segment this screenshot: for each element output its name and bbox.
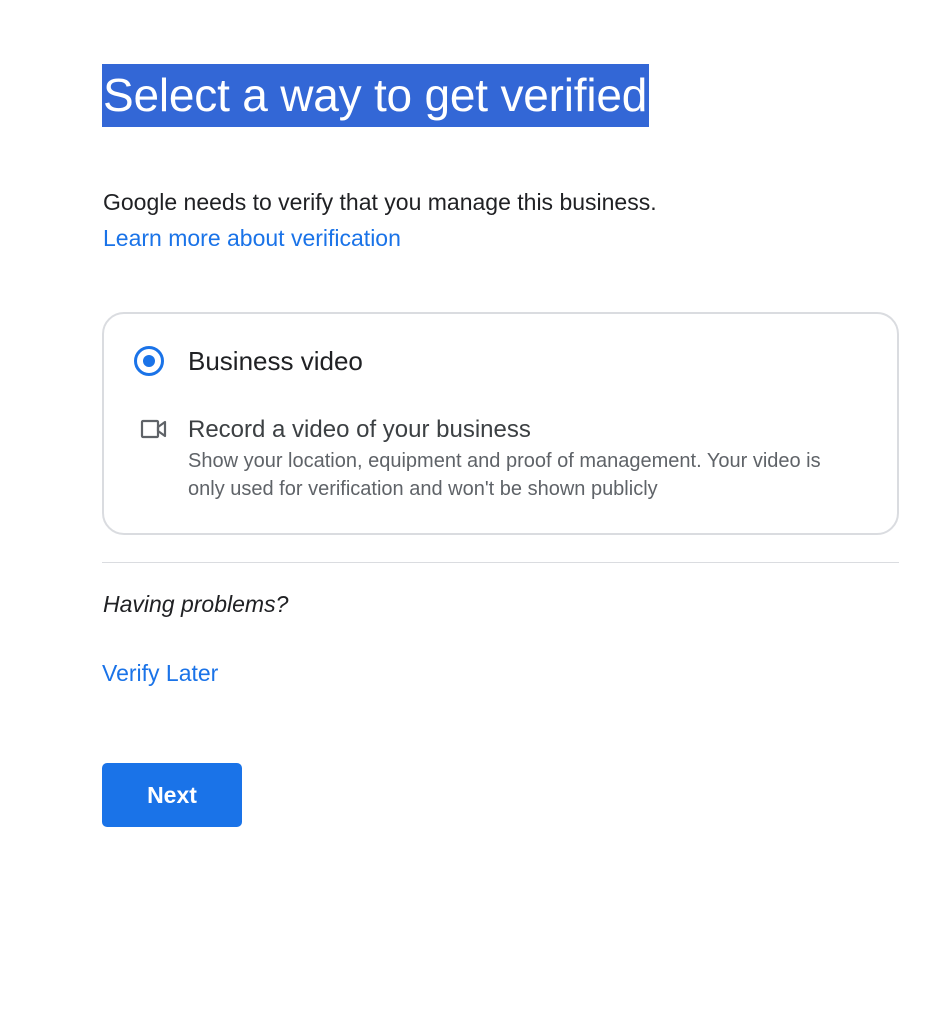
page-title: Select a way to get verified [102, 64, 650, 127]
divider [102, 562, 899, 563]
verify-later-link[interactable]: Verify Later [102, 657, 218, 689]
option-subtitle: Record a video of your business [188, 416, 531, 443]
having-problems-label: Having problems? [103, 591, 289, 617]
radio-button-selected[interactable] [134, 346, 164, 376]
radio-dot [143, 355, 155, 367]
videocam-icon [140, 419, 167, 439]
next-button[interactable]: Next [102, 763, 242, 827]
business-video-option[interactable]: Business video Record a video of your bu… [102, 312, 899, 535]
option-title: Business video [188, 346, 363, 376]
intro-text: Google needs to verify that you manage t… [103, 189, 657, 215]
option-description: Show your location, equipment and proof … [188, 450, 821, 500]
learn-more-link[interactable]: Learn more about verification [103, 222, 401, 254]
